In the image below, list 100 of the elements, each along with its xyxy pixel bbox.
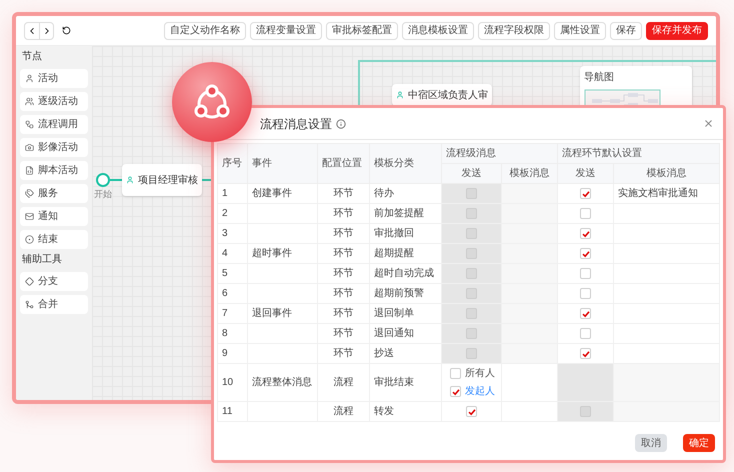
table-cell: 退回通知 xyxy=(370,324,442,344)
column-header: 发送 xyxy=(442,164,502,184)
sidebar-item[interactable]: 影像活动 xyxy=(20,138,88,157)
table-cell: 环节 xyxy=(318,324,370,344)
table-cell: 待办 xyxy=(370,184,442,204)
column-header: 模板消息 xyxy=(502,164,558,184)
table-cell: 抄送 xyxy=(370,344,442,364)
table-cell: 退回事件 xyxy=(248,304,318,324)
table-cell: 4 xyxy=(218,244,248,264)
table-cell: 1 xyxy=(218,184,248,204)
navigator-title: 导航图 xyxy=(584,70,615,85)
table-cell: 10 xyxy=(218,364,248,402)
start-node xyxy=(96,173,110,187)
table-cell: 环节 xyxy=(318,244,370,264)
section-title: 辅助工具 xyxy=(21,252,63,267)
table-cell: 转发 xyxy=(370,402,442,422)
checkbox[interactable] xyxy=(466,406,477,417)
person-icon xyxy=(126,175,134,185)
mail-icon xyxy=(25,212,34,221)
column-header: 配置位置 xyxy=(318,144,370,184)
table-cell: 超期前预警 xyxy=(370,284,442,304)
table-cell: 环节 xyxy=(318,304,370,324)
table-cell: 11 xyxy=(218,402,248,422)
dialog-button[interactable]: 取消 xyxy=(635,434,667,452)
merge-icon xyxy=(25,300,34,309)
sidebar-item[interactable]: 流程调用 xyxy=(20,115,88,134)
flow-node[interactable]: 项目经理审核 xyxy=(122,164,202,196)
checkbox[interactable] xyxy=(580,208,591,219)
table-cell: 环节 xyxy=(318,264,370,284)
dialog-title: 流程消息设置 xyxy=(260,116,332,132)
table-cell: 环节 xyxy=(318,284,370,304)
flow-icon xyxy=(25,120,34,129)
toolbar-button[interactable]: 保存并发布 xyxy=(646,22,708,40)
table-cell: 5 xyxy=(218,264,248,284)
sidebar-item[interactable]: 脚本活动 xyxy=(20,161,88,180)
sidebar-item[interactable]: 活动 xyxy=(20,69,88,88)
column-header: 事件 xyxy=(248,144,318,184)
connector-line xyxy=(110,179,122,181)
toolbar-button[interactable]: 保存 xyxy=(610,22,642,40)
toolbar-button[interactable]: 流程字段权限 xyxy=(478,22,550,40)
table-cell: 退回制单 xyxy=(370,304,442,324)
person-icon xyxy=(396,90,404,100)
table-cell: 2 xyxy=(218,204,248,224)
table-cell: 环节 xyxy=(318,224,370,244)
table-cell: 3 xyxy=(218,224,248,244)
people-icon xyxy=(25,97,34,106)
table-cell: 超时事件 xyxy=(248,244,318,264)
table-cell: 环节 xyxy=(318,204,370,224)
column-header: 发送 xyxy=(558,164,614,184)
table-cell: 前加签提醒 xyxy=(370,204,442,224)
camera-icon xyxy=(25,143,34,152)
table-cell: 流程 xyxy=(318,402,370,422)
table-cell: 流程整体消息 xyxy=(248,364,318,402)
table-cell: 8 xyxy=(218,324,248,344)
checkbox[interactable] xyxy=(580,268,591,279)
toolbar-button[interactable]: 流程变量设置 xyxy=(250,22,322,40)
flow-node[interactable]: 中宿区域负责人审 xyxy=(392,84,492,106)
checkbox[interactable] xyxy=(450,386,461,397)
checkbox[interactable] xyxy=(580,248,591,259)
refresh-icon xyxy=(62,26,70,35)
checkbox[interactable] xyxy=(580,288,591,299)
dialog-button[interactable]: 确定 xyxy=(683,434,715,452)
person-icon xyxy=(25,74,34,83)
table-cell: 环节 xyxy=(318,184,370,204)
sidebar-item[interactable]: 服务 xyxy=(20,184,88,203)
checkbox[interactable] xyxy=(580,188,591,199)
column-header: 模板消息 xyxy=(614,164,720,184)
document-icon xyxy=(25,166,34,175)
toolbar-button[interactable]: 消息模板设置 xyxy=(402,22,474,40)
column-header: 流程级消息 xyxy=(442,144,558,164)
column-header: 模板分类 xyxy=(370,144,442,184)
toolbar-button[interactable]: 审批标签配置 xyxy=(326,22,398,40)
sidebar-item[interactable]: 合并 xyxy=(20,295,88,314)
sidebar-item[interactable]: 结束 xyxy=(20,230,88,249)
table-cell: 超期提醒 xyxy=(370,244,442,264)
checkbox[interactable] xyxy=(580,308,591,319)
start-label: 开始 xyxy=(94,188,112,201)
checkbox[interactable] xyxy=(580,228,591,239)
sidebar-item[interactable]: 分支 xyxy=(20,272,88,291)
close-icon xyxy=(702,118,714,129)
toolbar-button[interactable]: 属性设置 xyxy=(554,22,606,40)
sidebar-item[interactable]: 通知 xyxy=(20,207,88,226)
checkbox[interactable] xyxy=(450,368,461,379)
sidebar-item[interactable]: 逐级活动 xyxy=(20,92,88,111)
toolbar-button[interactable]: 自定义动作名称 xyxy=(164,22,246,40)
diamond-icon xyxy=(25,277,34,286)
info-icon xyxy=(336,118,346,128)
tags-icon xyxy=(25,189,34,198)
checkbox[interactable] xyxy=(580,348,591,359)
table-cell: 审批撤回 xyxy=(370,224,442,244)
table-cell: 环节 xyxy=(318,344,370,364)
table-cell: 实施文档审批通知 xyxy=(614,184,720,204)
table-cell: 9 xyxy=(218,344,248,364)
option-label: 发起人 xyxy=(465,384,495,399)
column-header: 序号 xyxy=(218,144,248,184)
table-cell: 6 xyxy=(218,284,248,304)
table-cell: 审批结束 xyxy=(370,364,442,402)
table-cell: 流程 xyxy=(318,364,370,402)
option-label: 所有人 xyxy=(465,366,495,381)
checkbox[interactable] xyxy=(580,328,591,339)
